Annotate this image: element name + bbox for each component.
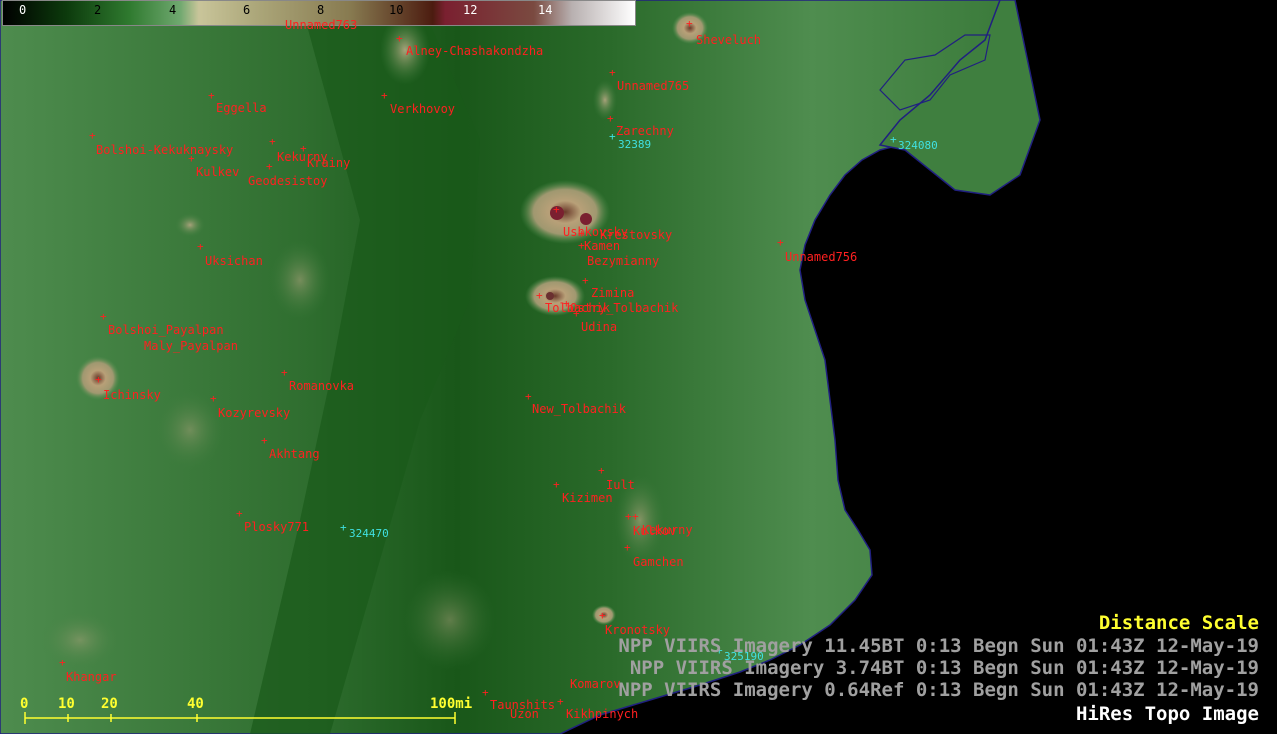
image-type-label: HiRes Topo Image [1075,703,1259,725]
volcano-marker: + [598,464,605,477]
volcano-marker: + [599,609,606,622]
imagery-line-1: NPP VIIRS Imagery 11.45BT 0:13 Begn Sun … [618,635,1259,657]
volcano-label: Sheveluch [696,33,762,47]
colorbar-tick: 12 [463,3,478,17]
volcano-label: Bolshoi_Payalpan [108,323,224,337]
colorbar-tick: 4 [169,3,177,17]
volcano-marker: + [210,392,217,405]
station-marker: + [340,521,347,534]
scale-label: 20 [101,696,118,712]
volcano-label: Alney-Chashakondzha [406,44,544,58]
volcano-label: Iult [606,478,635,492]
colorbar-tick: 14 [538,3,553,17]
volcano-label: Krainy [307,156,351,170]
station-marker: + [890,133,897,146]
volcano-marker: + [261,434,268,447]
volcano-label: Uksichan [205,254,263,268]
volcano-label: Ostry_Tolbachik [570,301,679,315]
volcano-label: Bezymianny [587,254,660,268]
station-marker: + [609,130,616,143]
volcano-marker: + [553,478,560,491]
volcano-marker: + [300,142,307,155]
volcano-label: Romanovka [289,379,355,393]
volcano-label: New_Tolbachik [532,402,626,416]
station-label: 324080 [898,139,938,152]
volcano-marker: + [95,373,102,386]
distance-scale-title: Distance Scale [1098,612,1259,634]
volcano-label: Komarov [570,677,621,691]
volcano-marker: + [236,507,243,520]
volcano-label: Kizimen [562,491,613,505]
volcano-marker: + [686,17,693,30]
volcano-marker: + [582,274,589,287]
volcano-marker: + [281,366,288,379]
volcano-marker: + [482,686,489,699]
colorbar-tick: 10 [389,3,404,17]
volcano-marker: + [625,510,632,523]
volcano-label: Krestovsky [600,228,673,242]
volcano-label: Akhtang [269,447,320,461]
volcano-marker: + [208,89,215,102]
volcano-label: Zimina [591,286,635,300]
volcano-marker: + [59,656,66,669]
volcano-label: Uzon [510,707,539,721]
volcano-marker: + [188,152,195,165]
volcano-marker: + [578,239,585,252]
volcano-label: Kikhpinych [566,707,639,721]
colorbar-tick: 8 [317,3,325,17]
scale-label: 100mi [430,696,473,712]
volcano-label: Unnamed763 [285,18,358,32]
volcano-marker: + [525,390,532,403]
station-label: 32389 [618,138,652,151]
volcano-label: Maly_Payalpan [144,339,238,353]
volcano-marker: + [197,240,204,253]
imagery-line-3: NPP VIIRS Imagery 0.64Ref 0:13 Begn Sun … [618,679,1259,701]
volcano-marker: + [563,297,570,310]
volcano-label: Plosky771 [244,520,310,534]
volcano-label: Bolshoi-Kekuknaysky [96,143,234,157]
volcano-label: Verkhovoy [390,102,456,116]
volcano-label: Zarechny [616,124,674,138]
volcano-label: Geodesistoy [248,174,328,188]
volcano-marker: + [553,203,560,216]
volcano-label: Kozyrevsky [218,406,291,420]
volcano-marker: + [632,510,639,523]
station-label: 324470 [349,527,389,540]
volcano-label: Udina [581,320,618,334]
volcano-label: Gamchen [633,555,684,569]
volcano-label: Ichinsky [103,388,161,402]
volcano-label: Eggella [216,101,267,115]
volcano-label: Khangar [66,670,117,684]
volcano-marker: + [573,307,580,320]
scale-label: 40 [187,696,204,712]
scale-label: 10 [58,696,75,712]
volcano-marker: + [266,160,273,173]
volcano-label: Kulkev [196,165,240,179]
colorbar-tick: 6 [243,3,251,17]
volcano-label: Unnamed756 [785,250,858,264]
volcano-marker: + [777,236,784,249]
volcano-label: Unnamed765 [617,79,690,93]
volcano-marker: + [396,32,403,45]
imagery-line-2: NPP VIIRS Imagery 3.74BT 0:13 Begn Sun 0… [629,657,1259,679]
volcano-marker: + [624,541,631,554]
volcano-label: Kekurny [642,523,693,537]
volcano-marker: + [609,66,616,79]
volcano-marker: + [269,135,276,148]
colorbar-tick: 2 [94,3,102,17]
volcano-marker: + [607,112,614,125]
volcano-marker: + [557,695,564,708]
volcano-marker: + [578,227,585,240]
volcano-marker: + [89,129,96,142]
scale-label: 0 [20,696,29,712]
volcano-marker: + [381,89,388,102]
colorbar-tick: 0 [19,3,27,17]
volcano-marker: + [536,289,543,302]
volcano-marker: + [100,310,107,323]
